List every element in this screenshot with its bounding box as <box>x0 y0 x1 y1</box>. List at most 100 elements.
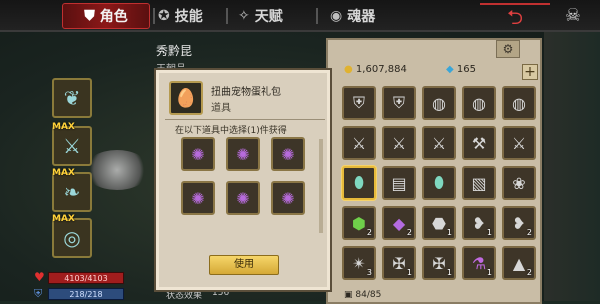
hp-bar: 4103/4103 <box>48 272 124 284</box>
purple-egg-icon: ✺ <box>236 188 250 208</box>
tab-skills-label: 技能 <box>174 9 203 25</box>
character-name: 秀黔昆 <box>156 44 193 58</box>
inventory-slot[interactable]: ⬮ <box>342 166 376 200</box>
chest-icon: ▤ <box>391 173 407 193</box>
inventory-slot[interactable]: ▤ <box>382 166 416 200</box>
beast-icon: ❦ <box>63 86 81 110</box>
tab-talents[interactable]: ✧ 天赋 <box>238 3 283 29</box>
option-egg-4[interactable]: ✺ <box>181 181 215 215</box>
shell-icon: ▲ <box>512 253 526 273</box>
inventory-slot[interactable]: ⚔ <box>382 126 416 160</box>
inventory-slot[interactable]: ❀ <box>502 166 536 200</box>
inventory-slot[interactable]: ⬮ <box>422 166 456 200</box>
add-currency-button[interactable]: + <box>522 64 538 80</box>
option-egg-6[interactable]: ✺ <box>271 181 305 215</box>
bone-icon: ✠ <box>392 253 406 273</box>
item-count: 1 <box>486 228 492 237</box>
inventory-slot[interactable]: ◆ 2 <box>382 206 416 240</box>
right-edge-scenery <box>544 32 600 301</box>
item-count: 1 <box>486 268 492 277</box>
dog-icon: ❀ <box>512 173 526 193</box>
potion-icon: ⚗ <box>471 253 487 273</box>
inventory-slot[interactable]: ✴ 3 <box>342 246 376 280</box>
inventory-slot[interactable]: ⬢ 2 <box>342 206 376 240</box>
sword-icon: ⚔ <box>431 133 447 153</box>
popup-scrollbar[interactable] <box>319 139 323 233</box>
purple-egg-icon: ✺ <box>281 188 295 208</box>
sword-icon: ⚔ <box>391 133 407 153</box>
wing-icon: ❧ <box>63 180 81 204</box>
gem-icon: ◆ <box>446 64 454 75</box>
inventory-slot[interactable]: ❥ 2 <box>502 206 536 240</box>
inventory-slot[interactable]: ⬣ 1 <box>422 206 456 240</box>
popup-divider <box>165 119 325 120</box>
option-egg-5[interactable]: ✺ <box>226 181 260 215</box>
inventory-slot[interactable]: ⚔ <box>422 126 456 160</box>
tab-divider <box>226 8 228 24</box>
equip-slot-1[interactable]: ❦ <box>52 78 92 118</box>
purple-egg-icon: ✺ <box>236 144 250 164</box>
item-count: 2 <box>526 228 532 237</box>
tab-divider <box>153 8 155 24</box>
inventory-capacity: ▣ 84/85 <box>344 290 381 300</box>
inventory-slot[interactable]: ◍ <box>502 86 536 120</box>
inventory-slot[interactable]: ◍ <box>462 86 496 120</box>
purple-egg-icon: ✺ <box>191 144 205 164</box>
tab-character[interactable]: ⛊ 角色 <box>62 3 150 29</box>
popup-item-type: 道具 <box>211 103 231 114</box>
back-arrow-button[interactable]: ⮌ <box>480 3 550 29</box>
inventory-slot[interactable]: ⚒ <box>462 126 496 160</box>
inventory-slot[interactable]: ✠ 1 <box>422 246 456 280</box>
ring-icon: ◍ <box>432 93 446 113</box>
stone-icon: ⬣ <box>432 213 446 233</box>
inventory-slot[interactable]: ◍ <box>422 86 456 120</box>
max-badge: MAX <box>52 168 75 178</box>
pet-figure <box>84 150 150 190</box>
popup-title: 扭曲宠物蛋礼包 <box>211 87 281 98</box>
swirl-icon: ✪ <box>158 8 170 24</box>
scroll-icon: ▧ <box>471 173 487 193</box>
max-badge: MAX <box>52 122 75 132</box>
inventory-slot[interactable]: ⛨ <box>342 86 376 120</box>
inventory-slot[interactable]: ⚔ <box>342 126 376 160</box>
tab-soul-vessel[interactable]: ◉ 魂器 <box>330 3 375 29</box>
ring-icon: ◍ <box>472 93 486 113</box>
shield-crest-icon: ⛊ <box>84 8 95 24</box>
mp-bar: 218/218 <box>48 288 124 300</box>
settings-button[interactable]: ⚙ <box>496 40 520 58</box>
egg-icon: ⬮ <box>433 173 445 192</box>
inventory-slot[interactable]: ❥ 1 <box>462 206 496 240</box>
item-count: 2 <box>526 268 532 277</box>
equip-slot-4[interactable]: ◎ <box>52 218 92 258</box>
option-egg-2[interactable]: ✺ <box>226 137 260 171</box>
gold-coin-icon: ● <box>344 64 353 75</box>
item-popup: 🥚 扭曲宠物蛋礼包 道具 在以下道具中选择(1)件获得 ✺ ✺ ✺ ✺ ✺ ✺ … <box>156 70 330 290</box>
fang-icon: ❥ <box>512 213 526 233</box>
tab-skills[interactable]: ✪ 技能 <box>158 3 203 29</box>
tab-divider <box>316 8 318 24</box>
armor-icon: ⛨ <box>392 93 405 112</box>
tab-soul-vessel-label: 魂器 <box>347 9 376 25</box>
gold-amount: ● 1,607,884 <box>344 64 407 75</box>
max-badge: MAX <box>52 214 75 224</box>
item-count: 1 <box>446 268 452 277</box>
option-egg-1[interactable]: ✺ <box>181 137 215 171</box>
gem-amount: ◆ 165 <box>446 64 476 75</box>
ring-icon: ◍ <box>512 93 526 113</box>
armor-icon: ⛨ <box>352 93 365 112</box>
shield-icon: ⛨ <box>34 287 43 300</box>
inventory-slot[interactable]: ✠ 1 <box>382 246 416 280</box>
use-button[interactable]: 使用 <box>209 255 279 275</box>
inventory-slot[interactable]: ▲ 2 <box>502 246 536 280</box>
inventory-slot[interactable]: ⚔ <box>502 126 536 160</box>
bag-icon: ▣ <box>344 290 353 300</box>
option-egg-3[interactable]: ✺ <box>271 137 305 171</box>
inventory-slot[interactable]: ▧ <box>462 166 496 200</box>
inventory-slot[interactable]: ⚗ 1 <box>462 246 496 280</box>
axe-icon: ⚒ <box>471 133 487 153</box>
inventory-slot[interactable]: ⛨ <box>382 86 416 120</box>
equip-slot-2[interactable]: ⚔ <box>52 126 92 166</box>
sword-icon: ⚔ <box>511 133 527 153</box>
popup-description: 在以下道具中选择(1)件获得 <box>175 126 287 136</box>
egg-icon: 🥚 <box>169 81 203 115</box>
